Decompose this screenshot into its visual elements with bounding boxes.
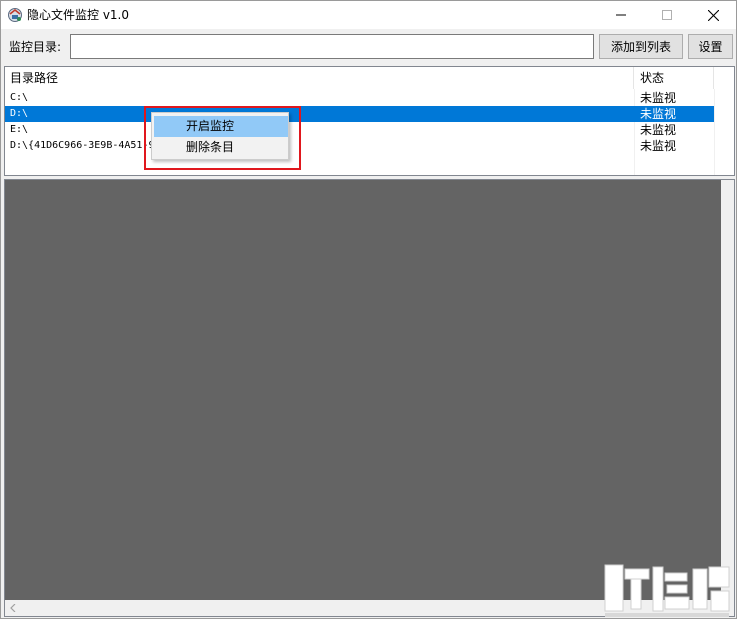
watermark-logo bbox=[604, 564, 730, 617]
row-path: E:\ bbox=[10, 124, 29, 135]
column-header-status[interactable]: 状态 bbox=[634, 67, 714, 89]
close-icon bbox=[707, 9, 719, 21]
title-bar[interactable]: 隐心文件监控 v1.0 bbox=[1, 1, 736, 29]
row-path: D:\ bbox=[10, 108, 29, 119]
context-menu: 开启监控 删除条目 bbox=[151, 112, 289, 160]
maximize-icon bbox=[662, 10, 672, 20]
app-logo-icon bbox=[7, 7, 23, 23]
menu-item-delete-entry[interactable]: 删除条目 bbox=[154, 137, 288, 158]
add-to-list-button[interactable]: 添加到列表 bbox=[599, 34, 683, 59]
row-path: C:\ bbox=[10, 92, 29, 103]
settings-button[interactable]: 设置 bbox=[688, 34, 733, 59]
list-row[interactable]: D:\{41D6C966-3E9B-4A51-9 未监视 bbox=[5, 138, 714, 154]
list-row[interactable]: C:\ 未监视 bbox=[5, 90, 714, 106]
menu-item-start-monitoring[interactable]: 开启监控 bbox=[154, 116, 288, 137]
maximize-button[interactable] bbox=[644, 1, 690, 29]
column-header-path[interactable]: 目录路径 bbox=[5, 67, 634, 89]
row-status: 未监视 bbox=[640, 107, 677, 121]
window-title: 隐心文件监控 v1.0 bbox=[27, 8, 130, 22]
row-path: D:\{41D6C966-3E9B-4A51-9 bbox=[10, 140, 155, 151]
list-header: 目录路径 状态 bbox=[5, 67, 734, 89]
directory-list[interactable]: 目录路径 状态 C:\ 未监视 D:\ 未监视 E:\ 未监视 D:\{41D6… bbox=[4, 66, 735, 176]
list-row[interactable]: E:\ 未监视 bbox=[5, 122, 714, 138]
minimize-button[interactable] bbox=[598, 1, 644, 29]
row-status: 未监视 bbox=[640, 91, 677, 105]
vertical-scrollbar[interactable] bbox=[721, 180, 734, 600]
close-button[interactable] bbox=[690, 1, 736, 29]
log-output-panel[interactable] bbox=[4, 179, 735, 617]
row-status: 未监视 bbox=[640, 139, 677, 153]
list-row-selected[interactable]: D:\ 未监视 bbox=[5, 106, 714, 122]
list-rows: C:\ 未监视 D:\ 未监视 E:\ 未监视 D:\{41D6C966-3E9… bbox=[5, 90, 734, 154]
row-status: 未监视 bbox=[640, 123, 677, 137]
minimize-icon bbox=[616, 14, 626, 16]
chevron-left-icon[interactable] bbox=[7, 602, 19, 614]
monitor-directory-label: 监控目录: bbox=[9, 40, 62, 54]
main-window: 隐心文件监控 v1.0 监控目录: 添加到列表 设置 目录路径 状态 C:\ 未… bbox=[0, 0, 737, 619]
monitor-directory-input[interactable] bbox=[70, 34, 594, 59]
